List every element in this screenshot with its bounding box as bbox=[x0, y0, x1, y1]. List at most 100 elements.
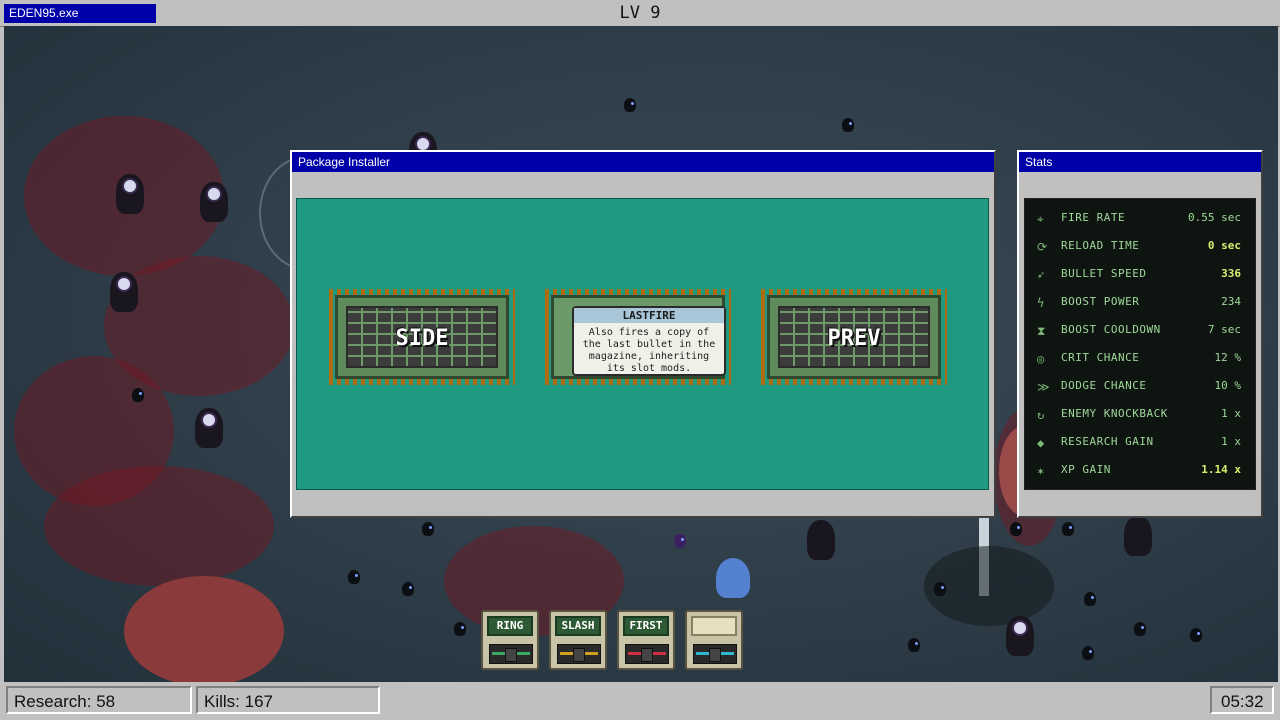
stat-label: BOOST COOLDOWN bbox=[1061, 323, 1161, 336]
weapon-slot-empty[interactable] bbox=[685, 610, 743, 670]
stat-value: 0.55 sec bbox=[1188, 211, 1241, 224]
chip-info-card: LASTFIRE Also fires a copy of the last b… bbox=[572, 306, 726, 376]
gem-icon: ◆ bbox=[1037, 436, 1045, 450]
chip-body: PREV bbox=[767, 295, 941, 379]
shadow-enemy bbox=[422, 522, 434, 536]
eye-icon bbox=[116, 276, 132, 292]
slot-mod-bar bbox=[557, 644, 601, 664]
research-counter: Research: 58 bbox=[6, 686, 192, 714]
eye-icon bbox=[206, 186, 222, 202]
stat-label: FIRE RATE bbox=[1061, 211, 1126, 224]
kills-counter: Kills: 167 bbox=[196, 686, 380, 714]
stat-label: XP GAIN bbox=[1061, 463, 1111, 476]
shadow-enemy bbox=[1062, 522, 1074, 536]
stat-label: BOOST POWER bbox=[1061, 295, 1140, 308]
reload-icon: ⟳ bbox=[1037, 240, 1048, 254]
crit-icon: ◎ bbox=[1037, 352, 1045, 366]
shadow-enemy bbox=[842, 118, 854, 132]
stat-row-boost-cooldown: ⧗ BOOST COOLDOWN 7 sec bbox=[1025, 320, 1255, 348]
lightning-icon: ϟ bbox=[1037, 296, 1045, 310]
dodge-icon: ≫ bbox=[1037, 380, 1050, 394]
weapon-slot-slash[interactable]: SLASH bbox=[549, 610, 607, 670]
upgrade-chip-side[interactable]: SIDE bbox=[329, 289, 515, 385]
stat-label: RELOAD TIME bbox=[1061, 239, 1140, 252]
stat-value: 336 bbox=[1221, 267, 1241, 280]
stat-value: 1.14 x bbox=[1201, 463, 1241, 476]
shadow-enemy bbox=[1082, 646, 1094, 660]
crosshair-icon: ⌖ bbox=[1037, 212, 1044, 226]
shadow-enemy bbox=[132, 388, 144, 402]
stat-value: 1 x bbox=[1221, 407, 1241, 420]
player-character bbox=[716, 558, 750, 598]
shadow-enemy bbox=[1084, 592, 1096, 606]
eye-enemy bbox=[200, 182, 228, 222]
stat-row-fire-rate: ⌖ FIRE RATE 0.55 sec bbox=[1025, 208, 1255, 236]
stat-row-xp-gain: ✶ XP GAIN 1.14 x bbox=[1025, 460, 1255, 488]
chip-card-title: LASTFIRE bbox=[574, 308, 724, 323]
shadow-enemy bbox=[1190, 628, 1202, 642]
bullet-icon: ➶ bbox=[1037, 268, 1045, 282]
eye-icon bbox=[1012, 620, 1028, 636]
eye-enemy bbox=[116, 174, 144, 214]
stats-title: Stats bbox=[1019, 152, 1261, 172]
eye-enemy bbox=[1124, 516, 1152, 556]
package-installer-window: Package Installer SIDE LASTFIRE Also fir… bbox=[290, 150, 996, 518]
stat-row-dodge-chance: ≫ DODGE CHANCE 10 % bbox=[1025, 376, 1255, 404]
stat-label: ENEMY KNOCKBACK bbox=[1061, 407, 1168, 420]
run-timer: 05:32 bbox=[1210, 686, 1274, 714]
slot-chip-label: SLASH bbox=[555, 616, 601, 636]
shadow-enemy bbox=[934, 582, 946, 596]
chip-card-description: Also fires a copy of the last bullet in … bbox=[582, 327, 716, 374]
shadow-enemy bbox=[1134, 622, 1146, 636]
stats-window: Stats ⌖ FIRE RATE 0.55 sec ⟳ RELOAD TIME 0 s… bbox=[1017, 150, 1263, 518]
stat-label: BULLET SPEED bbox=[1061, 267, 1147, 280]
shadow-enemy bbox=[674, 534, 686, 548]
stats-panel: ⌖ FIRE RATE 0.55 sec ⟳ RELOAD TIME 0 sec ➶ BU… bbox=[1024, 198, 1256, 490]
slot-chip-label: FIRST bbox=[623, 616, 669, 636]
stat-row-crit-chance: ◎ CRIT CHANCE 12 % bbox=[1025, 348, 1255, 376]
stat-value: 10 % bbox=[1214, 379, 1242, 392]
stat-row-reload-time: ⟳ RELOAD TIME 0 sec bbox=[1025, 236, 1255, 264]
eye-icon bbox=[201, 412, 217, 428]
stat-row-boost-power: ϟ BOOST POWER 234 bbox=[1025, 292, 1255, 320]
stat-label: CRIT CHANCE bbox=[1061, 351, 1140, 364]
shadow-enemy bbox=[1010, 522, 1022, 536]
weapon-slot-ring[interactable]: RING bbox=[481, 610, 539, 670]
slot-mod-bar bbox=[625, 644, 669, 664]
stat-row-enemy-knockback: ↻ ENEMY KNOCKBACK 1 x bbox=[1025, 404, 1255, 432]
shadow-enemy bbox=[454, 622, 466, 636]
stat-row-bullet-speed: ➶ BULLET SPEED 336 bbox=[1025, 264, 1255, 292]
stat-value: 234 bbox=[1221, 295, 1241, 308]
shadow-enemy bbox=[908, 638, 920, 652]
blood-splatter bbox=[44, 466, 274, 586]
chip-body: LASTFIRE Also fires a copy of the last b… bbox=[551, 295, 726, 379]
eye-enemy bbox=[1006, 616, 1034, 656]
chip-label: PREV bbox=[827, 326, 881, 351]
stat-value: 12 % bbox=[1214, 351, 1242, 364]
stat-value: 7 sec bbox=[1207, 323, 1241, 336]
eye-icon bbox=[122, 178, 138, 194]
level-label: LV 9 bbox=[619, 3, 661, 23]
stat-row-research-gain: ◆ RESEARCH GAIN 1 x bbox=[1025, 432, 1255, 460]
stat-value: 0 sec bbox=[1207, 239, 1241, 252]
installer-title: Package Installer bbox=[292, 152, 994, 172]
shadow-enemy bbox=[402, 582, 414, 596]
stat-label: DODGE CHANCE bbox=[1061, 379, 1147, 392]
slot-chip-empty bbox=[691, 616, 737, 636]
eye-enemy bbox=[807, 520, 835, 560]
shadow-enemy bbox=[624, 98, 636, 112]
sparkle-icon: ✶ bbox=[1037, 464, 1045, 478]
chip-body: SIDE bbox=[335, 295, 509, 379]
eye-enemy bbox=[110, 272, 138, 312]
slot-chip-label: RING bbox=[487, 616, 533, 636]
upgrade-chip-prev[interactable]: PREV bbox=[761, 289, 947, 385]
stat-label: RESEARCH GAIN bbox=[1061, 435, 1154, 448]
upgrade-chip-lastfire[interactable]: LASTFIRE Also fires a copy of the last b… bbox=[545, 289, 731, 385]
slot-mod-bar bbox=[693, 644, 737, 664]
title-bar: EDEN95.exe LV 9 bbox=[0, 0, 1280, 27]
eye-enemy bbox=[195, 408, 223, 448]
weapon-slot-first[interactable]: FIRST bbox=[617, 610, 675, 670]
slot-mod-bar bbox=[489, 644, 533, 664]
hourglass-icon: ⧗ bbox=[1037, 324, 1046, 338]
stat-value: 1 x bbox=[1221, 435, 1241, 448]
